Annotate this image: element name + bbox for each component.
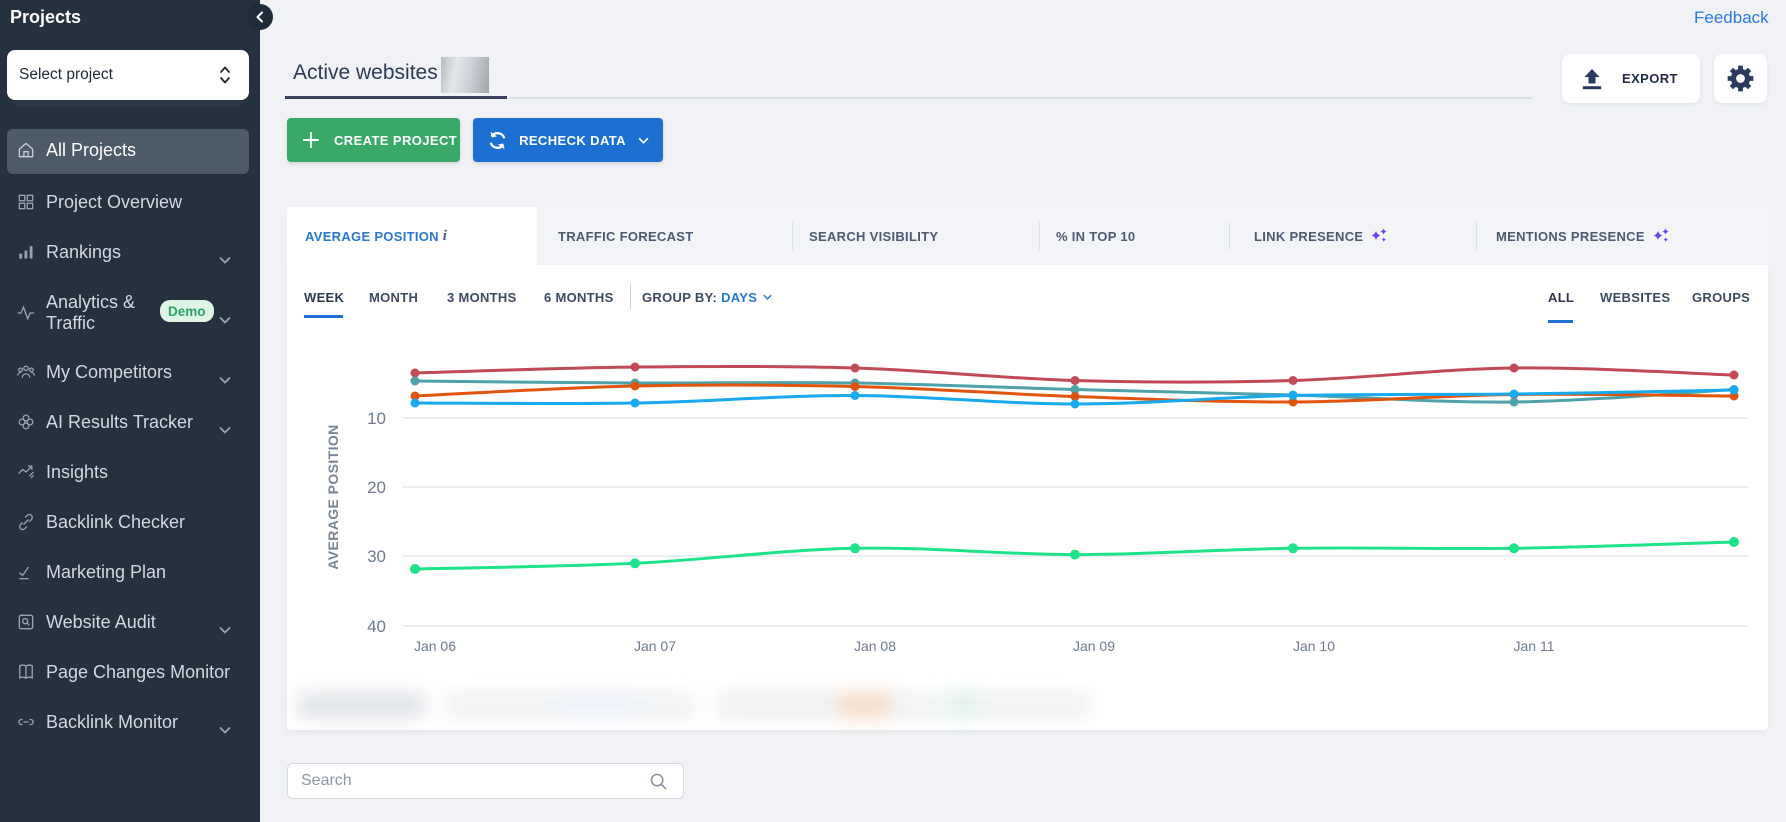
svg-text:Jan 08: Jan 08	[854, 638, 896, 654]
svg-text:Jan 07: Jan 07	[634, 638, 676, 654]
svg-text:Jan 10: Jan 10	[1293, 638, 1335, 654]
svg-text:10: 10	[367, 409, 386, 428]
svg-text:Jan 06: Jan 06	[414, 638, 456, 654]
svg-text:AVERAGE POSITION: AVERAGE POSITION	[325, 424, 341, 569]
svg-text:40: 40	[367, 617, 386, 636]
svg-text:Jan 09: Jan 09	[1073, 638, 1115, 654]
svg-text:30: 30	[367, 547, 386, 566]
svg-text:Jan 11: Jan 11	[1514, 638, 1555, 654]
svg-text:20: 20	[367, 478, 386, 497]
